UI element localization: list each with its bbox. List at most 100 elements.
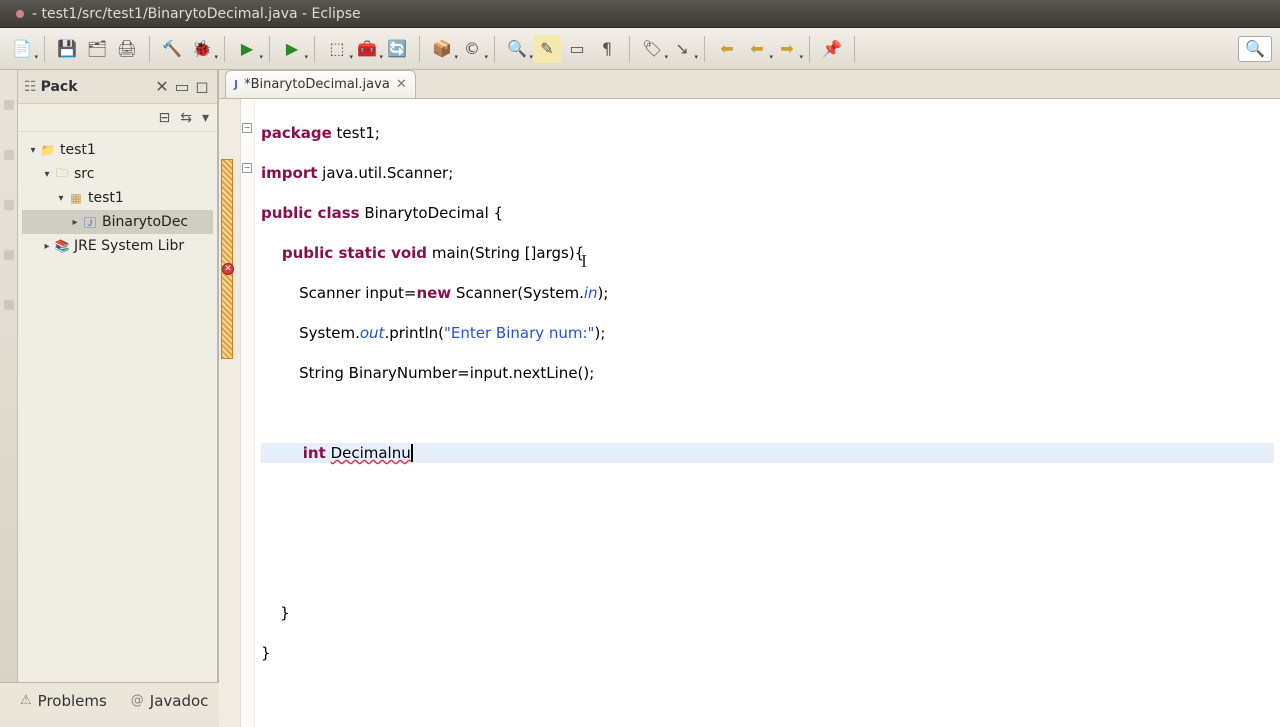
problems-icon: ⚠ bbox=[20, 693, 32, 708]
java-file-icon: 🄹 bbox=[82, 214, 98, 230]
left-trim bbox=[0, 70, 18, 682]
separator bbox=[149, 36, 150, 62]
expand-icon[interactable]: ▸ bbox=[68, 217, 82, 228]
expand-icon[interactable]: ▸ bbox=[40, 241, 54, 252]
java-file-icon: J bbox=[234, 78, 238, 91]
source-folder-icon: 🗀 bbox=[54, 166, 70, 182]
tree-package[interactable]: ▾ ▦ test1 bbox=[22, 186, 213, 210]
window-dot-icon bbox=[16, 10, 24, 18]
print-button[interactable]: 🖨 bbox=[113, 35, 141, 63]
trim-icon bbox=[4, 250, 14, 260]
minimize-view-button[interactable]: ▭ bbox=[173, 78, 191, 96]
code-editor[interactable]: ✕ − − package test1; import java.util.Sc… bbox=[219, 99, 1280, 727]
expand-icon[interactable]: ▾ bbox=[54, 193, 68, 204]
tree-project[interactable]: ▾ 📁 test1 bbox=[22, 138, 213, 162]
code-content[interactable]: package test1; import java.util.Scanner;… bbox=[255, 99, 1280, 727]
trim-icon bbox=[4, 150, 14, 160]
editor-tab[interactable]: J *BinarytoDecimal.java ✕ bbox=[225, 70, 416, 98]
tree-src-folder[interactable]: ▾ 🗀 src bbox=[22, 162, 213, 186]
javadoc-tab[interactable]: @ Javadoc bbox=[121, 686, 219, 716]
separator bbox=[419, 36, 420, 62]
separator bbox=[314, 36, 315, 62]
toggle-mark-button[interactable]: ✎ bbox=[533, 35, 561, 63]
coverage-button[interactable]: ⬚▾ bbox=[323, 35, 351, 63]
pin-button[interactable]: 📌 bbox=[818, 35, 846, 63]
forward-button[interactable]: ➡▾ bbox=[773, 35, 801, 63]
quick-access-search[interactable]: 🔍 bbox=[1238, 36, 1272, 62]
annotation-button[interactable]: 🏷▾ bbox=[638, 35, 666, 63]
package-explorer-toolbar: ⊟ ⇆ ▾ bbox=[18, 104, 217, 132]
trim-icon bbox=[4, 200, 14, 210]
separator bbox=[629, 36, 630, 62]
tab-label: Problems bbox=[38, 692, 107, 710]
show-whitespace-button[interactable]: ¶ bbox=[593, 35, 621, 63]
separator bbox=[44, 36, 45, 62]
window-title: - test1/src/test1/BinarytoDecimal.java -… bbox=[32, 6, 361, 22]
tree-label: src bbox=[74, 166, 94, 182]
collapse-all-button[interactable]: ⊟ bbox=[159, 110, 171, 126]
new-package-button[interactable]: 📦▾ bbox=[428, 35, 456, 63]
run-last-button[interactable]: ▶▾ bbox=[278, 35, 306, 63]
package-explorer-header: ☷ Pack ✕ ▭ ◻ bbox=[18, 70, 217, 104]
change-marker bbox=[221, 159, 233, 359]
separator bbox=[704, 36, 705, 62]
search-button[interactable]: 🔍▾ bbox=[503, 35, 531, 63]
tree-label: test1 bbox=[60, 142, 96, 158]
folding-ruler: − − bbox=[241, 99, 255, 727]
link-editor-button[interactable]: ⇆ bbox=[180, 110, 192, 126]
expand-icon[interactable]: ▾ bbox=[26, 145, 40, 156]
title-bar: - test1/src/test1/BinarytoDecimal.java -… bbox=[0, 0, 1280, 28]
main-toolbar: 📄▾ 💾 🗂 🖨 🔨 🐞▾ ▶▾ ▶▾ ⬚▾ 🧰▾ 🔄 📦▾ ©▾ 🔍▾ ✎ ▭… bbox=[0, 28, 1280, 70]
javadoc-icon: @ bbox=[131, 693, 144, 708]
marker-ruler: ✕ bbox=[219, 99, 241, 727]
text-cursor-icon: I bbox=[581, 251, 587, 271]
view-menu-button[interactable]: ▾ bbox=[202, 110, 209, 126]
tree-jre[interactable]: ▸ 📚 JRE System Libr bbox=[22, 234, 213, 258]
close-tab-button[interactable]: ✕ bbox=[396, 77, 407, 92]
refresh-button[interactable]: 🔄 bbox=[383, 35, 411, 63]
close-view-button[interactable]: ✕ bbox=[153, 78, 171, 96]
toggle-block-button[interactable]: ▭ bbox=[563, 35, 591, 63]
new-button[interactable]: 📄▾ bbox=[8, 35, 36, 63]
back-button[interactable]: ⬅ bbox=[713, 35, 741, 63]
problems-tab[interactable]: ⚠ Problems bbox=[10, 686, 117, 716]
maximize-view-button[interactable]: ◻ bbox=[193, 78, 211, 96]
project-tree: ▾ 📁 test1 ▾ 🗀 src ▾ ▦ test1 ▸ 🄹 Binaryto… bbox=[18, 132, 217, 264]
run-button[interactable]: ▶▾ bbox=[233, 35, 261, 63]
library-icon: 📚 bbox=[54, 238, 70, 254]
tree-label: test1 bbox=[88, 190, 124, 206]
separator bbox=[494, 36, 495, 62]
project-icon: 📁 bbox=[40, 142, 56, 158]
expand-icon[interactable]: ▾ bbox=[40, 169, 54, 180]
package-explorer-title: Pack bbox=[41, 79, 78, 95]
package-icon: ▦ bbox=[68, 190, 84, 206]
save-button[interactable]: 💾 bbox=[53, 35, 81, 63]
back-history-button[interactable]: ⬅▾ bbox=[743, 35, 771, 63]
main-area: ☷ Pack ✕ ▭ ◻ ⊟ ⇆ ▾ ▾ 📁 test1 ▾ 🗀 src ▾ bbox=[0, 70, 1280, 682]
new-class-button[interactable]: ©▾ bbox=[458, 35, 486, 63]
fold-toggle[interactable]: − bbox=[242, 163, 252, 173]
error-marker-icon[interactable]: ✕ bbox=[222, 263, 234, 275]
external-tools-button[interactable]: 🧰▾ bbox=[353, 35, 381, 63]
package-icon: ☷ bbox=[24, 79, 37, 95]
debug-button[interactable]: 🐞▾ bbox=[188, 35, 216, 63]
separator bbox=[269, 36, 270, 62]
search-icon: 🔍 bbox=[1245, 39, 1265, 58]
tree-java-file[interactable]: ▸ 🄹 BinarytoDec bbox=[22, 210, 213, 234]
editor-tabs: J *BinarytoDecimal.java ✕ bbox=[219, 70, 1280, 99]
fold-toggle[interactable]: − bbox=[242, 123, 252, 133]
separator bbox=[809, 36, 810, 62]
tab-label: *BinarytoDecimal.java bbox=[244, 77, 390, 92]
editor-area: J *BinarytoDecimal.java ✕ ✕ − − package … bbox=[218, 70, 1280, 682]
separator bbox=[854, 36, 855, 62]
tree-label: JRE System Libr bbox=[74, 238, 184, 254]
separator bbox=[224, 36, 225, 62]
next-annotation-button[interactable]: ↘▾ bbox=[668, 35, 696, 63]
trim-icon bbox=[4, 300, 14, 310]
save-all-button[interactable]: 🗂 bbox=[83, 35, 111, 63]
build-button[interactable]: 🔨 bbox=[158, 35, 186, 63]
package-explorer: ☷ Pack ✕ ▭ ◻ ⊟ ⇆ ▾ ▾ 📁 test1 ▾ 🗀 src ▾ bbox=[18, 70, 218, 682]
tree-label: BinarytoDec bbox=[102, 214, 188, 230]
tab-label: Javadoc bbox=[150, 692, 209, 710]
trim-icon bbox=[4, 100, 14, 110]
